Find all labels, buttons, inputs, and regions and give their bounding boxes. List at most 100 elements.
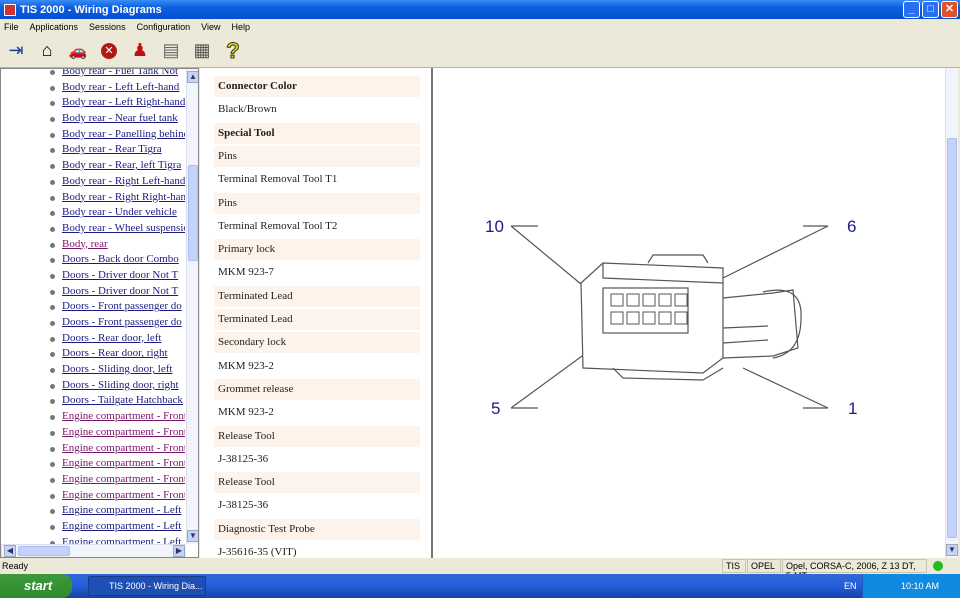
connector-drawing: 10 6 5 1 — [485, 217, 857, 418]
tree-item-link[interactable]: Body rear - Rear Tigra — [62, 143, 162, 155]
tree-item-link[interactable]: Engine compartment - Front — [62, 457, 185, 469]
tree-item-link[interactable]: Doors - Driver door Not T — [62, 285, 178, 297]
menu-configuration[interactable]: Configuration — [137, 22, 191, 32]
tree-item-link[interactable]: Engine compartment - Front — [62, 442, 185, 454]
tree-item-link[interactable]: Body rear - Fuel Tank Not — [62, 69, 178, 77]
tree-item-link[interactable]: Body rear - Right Right-hand — [62, 191, 185, 203]
tree-item-link[interactable]: Doors - Rear door, left — [62, 332, 161, 344]
detail-row: Release Tool — [214, 425, 420, 447]
connector-diagram-panel: 10 6 5 1 — [433, 68, 946, 558]
taskbar-item-tis[interactable]: TIS 2000 - Wiring Dia... — [88, 576, 206, 596]
tree-item-link[interactable]: Doors - Tailgate Hatchback — [62, 394, 183, 406]
tree-item-link[interactable]: Doors - Front passenger do — [62, 316, 182, 328]
tree-item-link[interactable]: Body rear - Rear, left Tigra — [62, 159, 181, 171]
pin-label-6: 6 — [847, 217, 856, 236]
tree-item-link[interactable]: Body rear - Left Left-hand — [62, 81, 179, 93]
detail-row: MKM 923-7 — [218, 266, 274, 279]
vehicle-select-icon[interactable]: 🚗 — [66, 39, 90, 63]
help-icon[interactable]: ? — [221, 37, 245, 63]
tree-item-link[interactable]: Body rear - Panelling behind — [62, 128, 185, 140]
diagram-scroll-thumb[interactable] — [947, 138, 957, 538]
pin-label-1: 1 — [848, 399, 857, 418]
close-button[interactable]: ✕ — [941, 1, 958, 18]
detail-row: Pins — [214, 145, 420, 167]
app-icon — [4, 3, 16, 16]
detail-row: Grommet release — [214, 378, 420, 400]
tree-item: Doors - Driver door Not T — [49, 285, 185, 301]
menu-file[interactable]: File — [4, 22, 19, 32]
tree-item: Body rear - Rear, left Tigra — [49, 159, 185, 175]
tree-item: Body, rear — [49, 238, 185, 254]
stop-icon[interactable]: ✕ — [97, 39, 121, 63]
scroll-up-button[interactable]: ▲ — [187, 71, 198, 83]
menu-sessions[interactable]: Sessions — [89, 22, 126, 32]
pin-label-5: 5 — [491, 399, 500, 418]
tree-item-link[interactable]: Engine compartment - Front — [62, 473, 185, 485]
tree-item-link[interactable]: Body rear - Left Right-hand — [62, 96, 185, 108]
tree-item-link[interactable]: Doors - Sliding door, right — [62, 379, 179, 391]
tree-item: Body rear - Right Left-hand — [49, 175, 185, 191]
diagram-vertical-scrollbar[interactable]: ▼ — [945, 68, 958, 558]
tree-item-link[interactable]: Body rear - Right Left-hand — [62, 175, 185, 187]
status-bar: Ready TIS OPEL Opel, CORSA-C, 2006, Z 13… — [0, 558, 960, 581]
detail-row: J-38125-36 — [218, 499, 269, 512]
scroll-thumb[interactable] — [188, 165, 198, 261]
exit-icon[interactable]: ⇥ — [4, 39, 28, 63]
status-app: TIS — [722, 559, 746, 573]
tree-item: Body rear - Left Right-hand — [49, 96, 185, 112]
status-text: Ready — [2, 561, 29, 571]
section-header: Special Tool — [214, 122, 420, 144]
tree-item: Engine compartment - Front — [49, 489, 185, 505]
detail-row: Terminal Removal Tool T1 — [218, 173, 338, 186]
tree-vertical-scrollbar[interactable]: ▲ ▼ — [186, 69, 198, 544]
tree-item-link[interactable]: Body rear - Near fuel tank — [62, 112, 178, 124]
tree-item: Doors - Front passenger do — [49, 300, 185, 316]
tree-item-link[interactable]: Body rear - Under vehicle — [62, 206, 177, 218]
user-icon[interactable]: ♟ — [128, 39, 152, 63]
clock: 10:10 AM — [901, 581, 940, 591]
h-scroll-thumb[interactable] — [18, 546, 70, 556]
scroll-left-button[interactable]: ◀ — [4, 545, 16, 557]
home-icon[interactable]: ⌂ — [35, 39, 59, 63]
menu-view[interactable]: View — [201, 22, 220, 32]
tree-item: Doors - Tailgate Hatchback — [49, 394, 185, 410]
tree-item: Doors - Rear door, right — [49, 347, 185, 363]
maximize-button[interactable]: □ — [922, 1, 939, 18]
tree-item: Engine compartment - Front — [49, 410, 185, 426]
minimize-button[interactable]: _ — [903, 1, 920, 18]
keyboard-icon[interactable]: ▦ — [190, 39, 214, 63]
tree-item-link[interactable]: Engine compartment - Left — [62, 504, 181, 516]
tree-item-link[interactable]: Doors - Front passenger do — [62, 300, 182, 312]
status-make: OPEL — [747, 559, 781, 573]
status-vehicle: Opel, CORSA-C, 2006, Z 13 DT, 5-MT — [782, 559, 927, 581]
diagram-scroll-down-button[interactable]: ▼ — [946, 544, 958, 556]
tree-item-link[interactable]: Doors - Driver door Not T — [62, 269, 178, 281]
tree-item-link[interactable]: Engine compartment - Front — [62, 489, 185, 501]
tree-item: Body rear - Left Left-hand — [49, 81, 185, 97]
toolbar: ⇥ ⌂ 🚗 ✕ ♟ ▤ ▦ ? — [0, 34, 960, 100]
start-button[interactable]: start — [0, 574, 72, 598]
tree-item: Doors - Rear door, left — [49, 332, 185, 348]
tree-item-link[interactable]: Body, rear — [62, 238, 108, 250]
tree-item-link[interactable]: Doors - Rear door, right — [62, 347, 168, 359]
tree-item: Doors - Driver door Not T — [49, 269, 185, 285]
tree-item-link[interactable]: Doors - Sliding door, left — [62, 363, 172, 375]
menu-applications[interactable]: Applications — [30, 22, 79, 32]
detail-row: MKM 923-2 — [218, 359, 274, 372]
tree-horizontal-scrollbar[interactable]: ◀ ▶ — [1, 544, 186, 557]
tree-item: Body rear - Wheel suspension — [49, 222, 185, 238]
language-indicator[interactable]: EN — [844, 574, 857, 598]
scroll-down-button[interactable]: ▼ — [187, 530, 198, 542]
tree-item-link[interactable]: Body rear - Wheel suspension — [62, 222, 185, 234]
tree-item: Engine compartment - Left — [49, 520, 185, 536]
tree-item: Doors - Sliding door, right — [49, 379, 185, 395]
tree-item-link[interactable]: Doors - Back door Combo — [62, 253, 179, 265]
tree-item-link[interactable]: Engine compartment - Front — [62, 410, 185, 422]
tree-item-link[interactable]: Engine compartment - Front — [62, 426, 185, 438]
tree-item-link[interactable]: Engine compartment - Left — [62, 520, 181, 532]
tree-item: Engine compartment - Front — [49, 473, 185, 489]
scroll-right-button[interactable]: ▶ — [173, 545, 185, 557]
print-icon[interactable]: ▤ — [159, 39, 183, 63]
menu-help[interactable]: Help — [231, 22, 250, 32]
tree-item: Engine compartment - Left — [49, 504, 185, 520]
